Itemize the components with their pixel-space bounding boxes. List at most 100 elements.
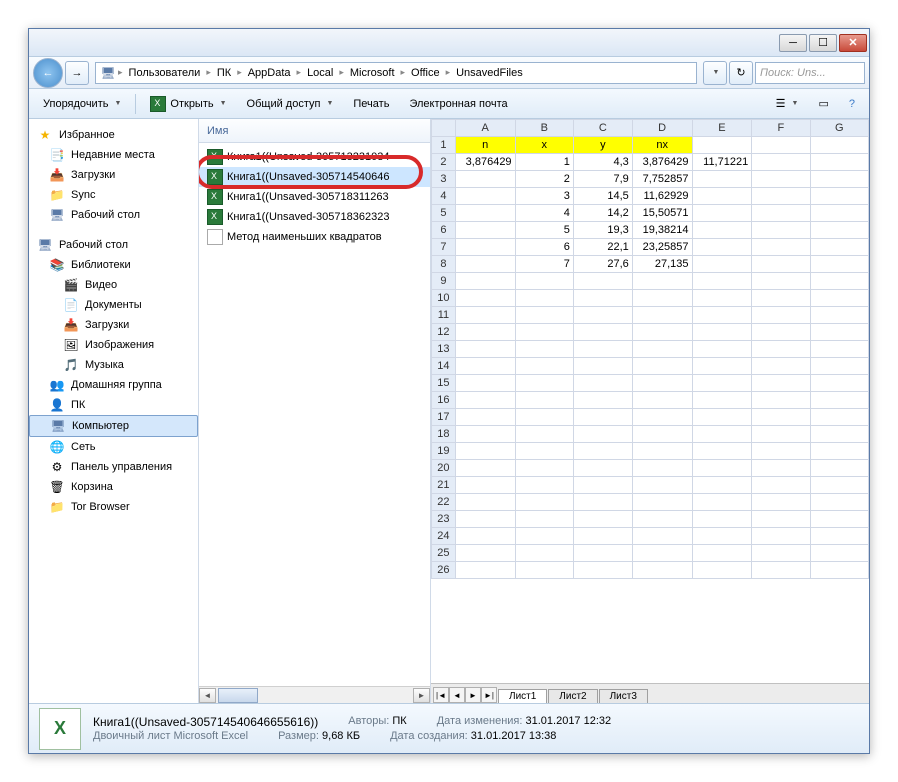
downloads-icon: 📥	[63, 317, 79, 333]
breadcrumb-item[interactable]: ПК	[213, 67, 235, 79]
search-placeholder: Поиск: Uns...	[760, 67, 826, 79]
file-item[interactable]: Книга1((Unsaved-305718311263	[199, 187, 430, 207]
images-icon: 🖼	[63, 337, 79, 353]
excel-icon	[207, 209, 223, 225]
star-icon: ★	[37, 127, 53, 143]
search-input[interactable]: Поиск: Uns...	[755, 62, 865, 84]
help-icon: ?	[849, 98, 855, 110]
open-button[interactable]: Открыть▼	[142, 93, 234, 115]
breadcrumb-item[interactable]: UnsavedFiles	[452, 67, 527, 79]
tab-prev-button[interactable]: ◄	[449, 687, 465, 703]
sidebar-item-sync[interactable]: 📁Sync	[29, 185, 198, 205]
downloads-icon: 📥	[49, 167, 65, 183]
excel-icon	[207, 189, 223, 205]
sidebar-item-desktop[interactable]: 🖥Рабочий стол	[29, 205, 198, 225]
recent-icon: 📑	[49, 147, 65, 163]
sidebar-item-recent[interactable]: 📑Недавние места	[29, 145, 198, 165]
file-type-icon	[39, 708, 81, 750]
sidebar-item-downloads2[interactable]: 📥Загрузки	[29, 315, 198, 335]
navbar: ← → 🖥 ▸ Пользователи▸ ПК▸ AppData▸ Local…	[29, 57, 869, 89]
tab-next-button[interactable]: ►	[465, 687, 481, 703]
minimize-button[interactable]: ─	[779, 34, 807, 52]
view-button[interactable]: ☰▼	[768, 94, 807, 113]
sidebar-item-tor[interactable]: 📁Tor Browser	[29, 497, 198, 517]
chevron-down-icon: ▼	[114, 100, 121, 107]
breadcrumb-item[interactable]: Office	[407, 67, 444, 79]
sidebar-item-user[interactable]: 👤ПК	[29, 395, 198, 415]
sidebar-item-network[interactable]: 🌐Сеть	[29, 437, 198, 457]
sidebar-desktop-group[interactable]: 🖥Рабочий стол	[29, 235, 198, 255]
documents-icon: 📄	[63, 297, 79, 313]
back-button[interactable]: ←	[33, 58, 63, 88]
user-icon: 👤	[49, 397, 65, 413]
file-item[interactable]: Книга1((Unsaved-305713231034	[199, 147, 430, 167]
computer-icon: 🖥	[100, 65, 116, 81]
sidebar-favorites[interactable]: ★Избранное	[29, 125, 198, 145]
scroll-left-button[interactable]: ◄	[199, 688, 216, 703]
sidebar-item-homegroup[interactable]: 👥Домашняя группа	[29, 375, 198, 395]
excel-icon	[207, 149, 223, 165]
sidebar-item-downloads[interactable]: 📥Загрузки	[29, 165, 198, 185]
network-icon: 🌐	[49, 439, 65, 455]
share-menu[interactable]: Общий доступ▼	[239, 95, 342, 113]
close-icon: ✕	[848, 36, 857, 49]
refresh-button[interactable]: ↻	[729, 61, 753, 85]
sidebar-item-recycle[interactable]: 🗑Корзина	[29, 477, 198, 497]
file-list-body: Книга1((Unsaved-305713231034 Книга1((Uns…	[199, 143, 430, 686]
close-button[interactable]: ✕	[839, 34, 867, 52]
history-dropdown[interactable]: ▼	[703, 61, 727, 85]
breadcrumb-item[interactable]: Local	[303, 67, 337, 79]
help-button[interactable]: ?	[841, 95, 863, 113]
chevron-down-icon: ▼	[326, 100, 333, 107]
maximize-button[interactable]: ☐	[809, 34, 837, 52]
titlebar: ─ ☐ ✕	[29, 29, 869, 57]
file-item[interactable]: Метод наименьших квадратов	[199, 227, 430, 247]
sidebar-item-images[interactable]: 🖼Изображения	[29, 335, 198, 355]
file-item-selected[interactable]: Книга1((Unsaved-305714540646	[199, 167, 430, 187]
spreadsheet-grid[interactable]: ABCDEFG1nxynx23,87642914,33,87642911,712…	[431, 119, 869, 683]
sheet-tab[interactable]: Лист2	[548, 689, 597, 703]
sidebar: ★Избранное 📑Недавние места 📥Загрузки 📁Sy…	[29, 119, 199, 703]
file-list: Имя Книга1((Unsaved-305713231034 Книга1(…	[199, 119, 431, 703]
sidebar-item-music[interactable]: 🎵Музыка	[29, 355, 198, 375]
file-item[interactable]: Книга1((Unsaved-305718362323	[199, 207, 430, 227]
preview-pane: ABCDEFG1nxynx23,87642914,33,87642911,712…	[431, 119, 869, 703]
body-area: ★Избранное 📑Недавние места 📥Загрузки 📁Sy…	[29, 119, 869, 703]
control-panel-icon: ⚙	[49, 459, 65, 475]
folder-icon: 📁	[49, 499, 65, 515]
sidebar-item-computer[interactable]: 🖥Компьютер	[29, 415, 198, 437]
forward-icon: →	[72, 67, 83, 79]
tab-last-button[interactable]: ►|	[481, 687, 497, 703]
sidebar-item-libraries[interactable]: 📚Библиотеки	[29, 255, 198, 275]
organize-menu[interactable]: Упорядочить▼	[35, 95, 129, 113]
forward-button[interactable]: →	[65, 61, 89, 85]
scroll-thumb[interactable]	[218, 688, 258, 703]
breadcrumb-item[interactable]: Microsoft	[346, 67, 399, 79]
back-icon: ←	[43, 67, 54, 79]
tab-first-button[interactable]: |◄	[433, 687, 449, 703]
scroll-right-button[interactable]: ►	[413, 688, 430, 703]
sidebar-item-video[interactable]: 🎬Видео	[29, 275, 198, 295]
desktop-icon: 🖥	[49, 207, 65, 223]
print-button[interactable]: Печать	[345, 95, 397, 113]
breadcrumb-item[interactable]: AppData	[244, 67, 295, 79]
sidebar-item-control-panel[interactable]: ⚙Панель управления	[29, 457, 198, 477]
preview-pane-button[interactable]: ▭	[810, 94, 836, 113]
sheet-tab[interactable]: Лист3	[599, 689, 648, 703]
breadcrumb[interactable]: 🖥 ▸ Пользователи▸ ПК▸ AppData▸ Local▸ Mi…	[95, 62, 697, 84]
folder-icon: 📁	[49, 187, 65, 203]
breadcrumb-item[interactable]: Пользователи	[125, 67, 205, 79]
sheet-tabs: |◄ ◄ ► ►| Лист1 Лист2 Лист3	[431, 683, 869, 703]
view-icon: ☰	[776, 97, 786, 110]
column-header-name[interactable]: Имя	[199, 119, 430, 143]
sidebar-item-documents[interactable]: 📄Документы	[29, 295, 198, 315]
video-icon: 🎬	[63, 277, 79, 293]
email-button[interactable]: Электронная почта	[401, 95, 515, 113]
computer-icon: 🖥	[50, 418, 66, 434]
scrollbar-horizontal[interactable]: ◄ ►	[199, 686, 430, 703]
doc-icon	[207, 229, 223, 245]
minimize-icon: ─	[789, 37, 797, 49]
pane-icon: ▭	[818, 97, 828, 110]
sheet-tab[interactable]: Лист1	[498, 689, 547, 703]
music-icon: 🎵	[63, 357, 79, 373]
